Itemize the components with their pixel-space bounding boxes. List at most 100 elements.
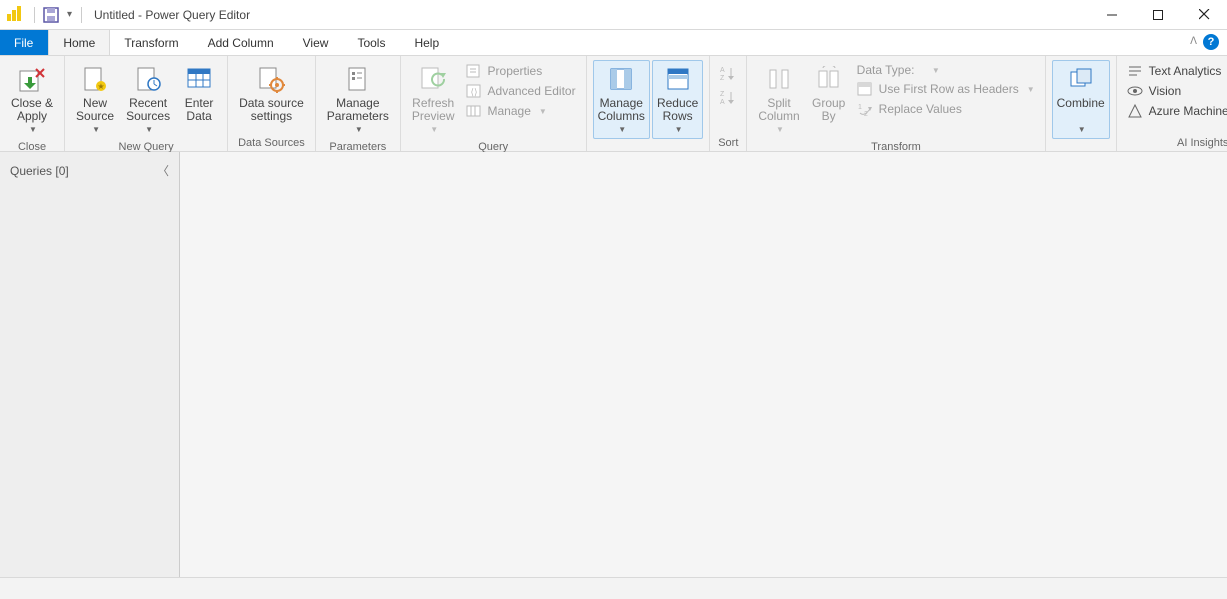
svg-text:★: ★: [97, 82, 104, 91]
label: Group By: [812, 97, 845, 123]
label: Azure Machine Learning: [1149, 104, 1227, 118]
group-sort: AZ ZA Sort: [710, 56, 747, 151]
group-label: New Query: [71, 139, 221, 153]
advanced-editor-icon: ⟨⟩: [466, 83, 482, 99]
enter-data-button[interactable]: Enter Data: [177, 60, 221, 126]
label: Manage: [488, 104, 531, 118]
sort-asc-button[interactable]: AZ: [716, 64, 740, 82]
collapse-ribbon-icon[interactable]: ᐱ: [1190, 36, 1197, 47]
label: Data Type:: [857, 63, 915, 77]
group-label: Query: [407, 139, 580, 153]
separator: [81, 7, 82, 23]
manage-columns-button[interactable]: Manage Columns▼: [593, 60, 650, 139]
content-area: Queries [0] 〈: [0, 152, 1227, 577]
label: Manage Columns: [598, 97, 645, 123]
group-new-query: ★ New Source▼ Recent Sources▼ Enter Data…: [65, 56, 228, 151]
close-window-button[interactable]: [1181, 0, 1227, 30]
replace-values-icon: 12: [857, 101, 873, 117]
azure-ml-button[interactable]: Azure Machine Learning: [1123, 102, 1227, 120]
tab-file[interactable]: File: [0, 30, 48, 55]
group-combine: Combine▼: [1046, 56, 1117, 151]
first-row-headers-button[interactable]: Use First Row as Headers▼: [853, 80, 1039, 98]
collapse-pane-icon[interactable]: 〈: [157, 162, 169, 179]
close-apply-icon: [18, 63, 46, 95]
manage-icon: [466, 103, 482, 119]
minimize-button[interactable]: [1089, 0, 1135, 30]
new-source-button[interactable]: ★ New Source▼: [71, 60, 119, 139]
text-analytics-button[interactable]: Text Analytics: [1123, 62, 1227, 80]
preview-area: [180, 152, 1227, 577]
window-title: Untitled - Power Query Editor: [94, 8, 250, 22]
group-close: Close & Apply▼ Close: [0, 56, 65, 151]
group-query: Refresh Preview▼ Properties ⟨⟩ Advanced …: [401, 56, 587, 151]
queries-header: Queries [0]: [10, 164, 69, 178]
properties-button[interactable]: Properties: [462, 62, 580, 80]
group-by-button[interactable]: Group By: [807, 60, 851, 126]
label: Reduce Rows: [657, 97, 698, 123]
tab-view[interactable]: View: [289, 30, 344, 55]
group-transform: Split Column▼ Group By Data Type: ▼ Use …: [747, 56, 1045, 151]
group-label: Sort: [716, 135, 740, 149]
svg-text:Z: Z: [720, 75, 725, 81]
label: Use First Row as Headers: [879, 82, 1019, 96]
tab-transform[interactable]: Transform: [110, 30, 193, 55]
maximize-button[interactable]: [1135, 0, 1181, 30]
sort-desc-icon: ZA: [720, 89, 736, 105]
svg-text:1: 1: [858, 104, 862, 111]
tab-add-column[interactable]: Add Column: [194, 30, 289, 55]
new-source-icon: ★: [82, 63, 108, 95]
label: Vision: [1149, 84, 1181, 98]
azure-ml-icon: [1127, 103, 1143, 119]
label: Data source settings: [239, 97, 304, 123]
label: Recent Sources: [126, 97, 170, 123]
label: Enter Data: [185, 97, 214, 123]
group-label: Parameters: [322, 139, 394, 153]
qat-dropdown-icon[interactable]: ▾: [67, 9, 77, 20]
first-row-headers-icon: [857, 81, 873, 97]
split-column-icon: [766, 63, 792, 95]
data-source-settings-button[interactable]: Data source settings: [234, 60, 309, 126]
tab-help[interactable]: Help: [400, 30, 454, 55]
tab-home[interactable]: Home: [48, 30, 110, 55]
label: Close & Apply: [11, 97, 53, 123]
ribbon-tabs: File Home Transform Add Column View Tool…: [0, 30, 1227, 56]
vision-button[interactable]: Vision: [1123, 82, 1227, 100]
status-bar: [0, 577, 1227, 599]
advanced-editor-button[interactable]: ⟨⟩ Advanced Editor: [462, 82, 580, 100]
manage-columns-icon: [608, 63, 634, 95]
sort-asc-icon: AZ: [720, 65, 736, 81]
svg-text:A: A: [720, 99, 725, 105]
recent-sources-icon: [135, 63, 161, 95]
group-label: AI Insights: [1123, 135, 1227, 149]
label: Advanced Editor: [488, 84, 576, 98]
save-icon[interactable]: [43, 7, 59, 23]
label: Manage Parameters: [327, 97, 389, 123]
ribbon: Close & Apply▼ Close ★ New Source▼ Recen…: [0, 56, 1227, 152]
help-icon[interactable]: ?: [1203, 34, 1219, 50]
manage-button[interactable]: Manage▼: [462, 102, 580, 120]
combine-icon: [1068, 63, 1094, 95]
data-type-button[interactable]: Data Type: ▼: [853, 62, 1039, 78]
group-label: Data Sources: [234, 135, 309, 149]
group-label: Close: [6, 139, 58, 153]
reduce-rows-button[interactable]: Reduce Rows▼: [652, 60, 703, 139]
replace-values-button[interactable]: 12 Replace Values: [853, 100, 1039, 118]
split-column-button[interactable]: Split Column▼: [753, 60, 804, 139]
sort-desc-button[interactable]: ZA: [716, 88, 740, 106]
combine-button[interactable]: Combine▼: [1052, 60, 1110, 139]
label: Combine: [1057, 97, 1105, 110]
refresh-icon: [420, 63, 446, 95]
label: Properties: [488, 64, 543, 78]
reduce-rows-icon: [665, 63, 691, 95]
tab-tools[interactable]: Tools: [343, 30, 400, 55]
manage-parameters-button[interactable]: Manage Parameters▼: [322, 60, 394, 139]
refresh-preview-button[interactable]: Refresh Preview▼: [407, 60, 460, 139]
vision-icon: [1127, 83, 1143, 99]
properties-icon: [466, 63, 482, 79]
recent-sources-button[interactable]: Recent Sources▼: [121, 60, 175, 139]
group-label: Transform: [753, 139, 1038, 153]
close-and-apply-button[interactable]: Close & Apply▼: [6, 60, 58, 139]
group-ai-insights: Text Analytics Vision Azure Machine Lear…: [1117, 56, 1227, 151]
label: Text Analytics: [1149, 64, 1222, 78]
label: Split Column: [758, 97, 799, 123]
